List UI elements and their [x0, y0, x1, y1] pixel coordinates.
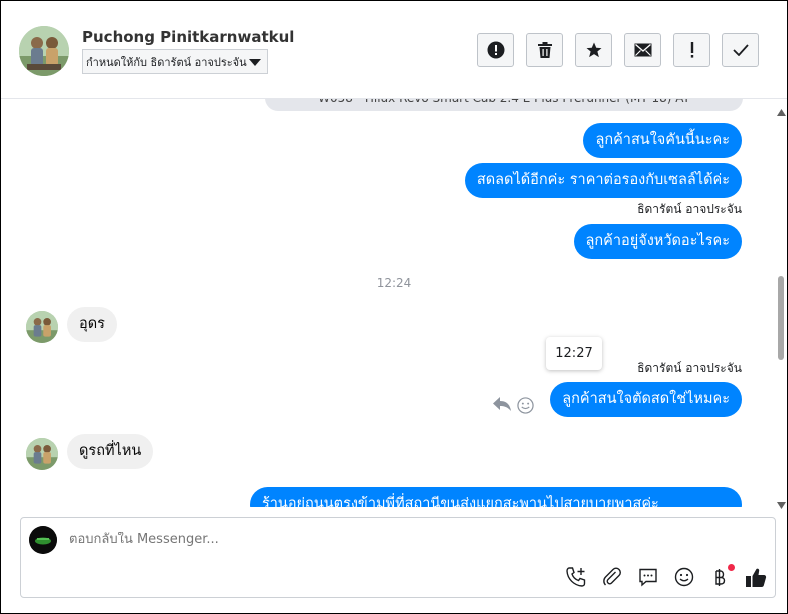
outgoing-message[interactable]: ลูกค้าสนใจตัดสดใช่ไหมคะ	[550, 382, 742, 417]
customer-name[interactable]: Puchong Pinitkarnwatkul	[82, 28, 294, 46]
notification-dot	[728, 564, 735, 571]
star-icon	[586, 42, 601, 58]
attach-button[interactable]	[599, 565, 625, 589]
time-tooltip: 12:27	[546, 337, 602, 370]
thread-scrollbar[interactable]	[776, 99, 787, 509]
customer-avatar[interactable]	[19, 26, 69, 76]
phone-plus-button[interactable]	[563, 565, 589, 589]
sender-name: ธิดารัตน์ อาจประจัน	[637, 202, 742, 216]
customer-avatar-small	[26, 311, 58, 343]
assign-dropdown[interactable]: กำหนดให้กับ ธิดารัตน์ อาจประจัน	[82, 49, 268, 74]
incoming-message[interactable]: อุดร	[67, 307, 117, 342]
sender-name: ธิดารัตน์ อาจประจัน	[637, 361, 742, 375]
outgoing-message[interactable]: ลูกค้าสนใจคันนี้นะคะ	[583, 123, 742, 158]
spam-button[interactable]	[477, 33, 514, 67]
scrollbar-thumb[interactable]	[778, 276, 784, 360]
reply-input[interactable]	[69, 532, 569, 547]
product-card-bubble[interactable]: W058 - Hilux Revo Smart Cab 2.4 E Plus P…	[265, 99, 743, 111]
paperclip-icon	[603, 567, 621, 586]
outgoing-message[interactable]: ร้านอยู่ถนนตรงข้ามพี่ที่สถานีขนส่งแยกสะพ…	[250, 487, 742, 507]
scroll-down-arrow-icon[interactable]	[777, 494, 786, 513]
like-button[interactable]	[743, 565, 769, 589]
star-button[interactable]	[575, 33, 612, 67]
reply-icon[interactable]	[492, 396, 512, 416]
delete-button[interactable]	[526, 33, 563, 67]
react-emoji-icon[interactable]	[517, 397, 534, 418]
saved-reply-icon	[639, 568, 657, 587]
inbox-conversation-panel: Puchong Pinitkarnwatkul กำหนดให้กับ ธิดา…	[0, 0, 788, 614]
caret-down-icon	[249, 57, 261, 70]
emoji-button[interactable]	[671, 565, 697, 589]
alert-circle-icon	[487, 41, 504, 59]
trash-icon	[537, 42, 552, 58]
conversation-header: Puchong Pinitkarnwatkul กำหนดให้กับ ธิดา…	[1, 1, 787, 99]
timestamp: 12:24	[376, 276, 412, 290]
assign-label: กำหนดให้กับ ธิดารัตน์ อาจประจัน	[86, 55, 247, 69]
scroll-up-arrow-icon[interactable]	[777, 101, 786, 120]
mark-done-button[interactable]	[722, 33, 759, 67]
baht-payment-icon	[715, 569, 726, 586]
follow-up-button[interactable]	[673, 33, 710, 67]
payment-button[interactable]	[707, 564, 735, 589]
checkmark-icon	[732, 44, 749, 56]
outgoing-message[interactable]: สดลดได้อีกค่ะ ราคาต่อรองกับเซลล์ได้ค่ะ	[464, 163, 742, 198]
emoji-icon	[674, 567, 694, 587]
page-avatar	[29, 526, 57, 554]
phone-plus-icon	[566, 567, 586, 587]
envelope-icon	[634, 43, 651, 57]
customer-avatar-small	[26, 438, 58, 470]
incoming-message[interactable]: ดูรถที่ไหน	[67, 434, 154, 469]
outgoing-message[interactable]: ลูกค้าอยู่จังหวัดอะไรคะ	[573, 224, 742, 259]
message-thread: W058 - Hilux Revo Smart Cab 2.4 E Plus P…	[1, 99, 787, 507]
mark-unread-button[interactable]	[624, 33, 661, 67]
saved-reply-button[interactable]	[635, 565, 661, 589]
exclamation-icon	[690, 42, 693, 58]
reply-composer	[20, 517, 776, 598]
like-icon	[746, 568, 767, 587]
